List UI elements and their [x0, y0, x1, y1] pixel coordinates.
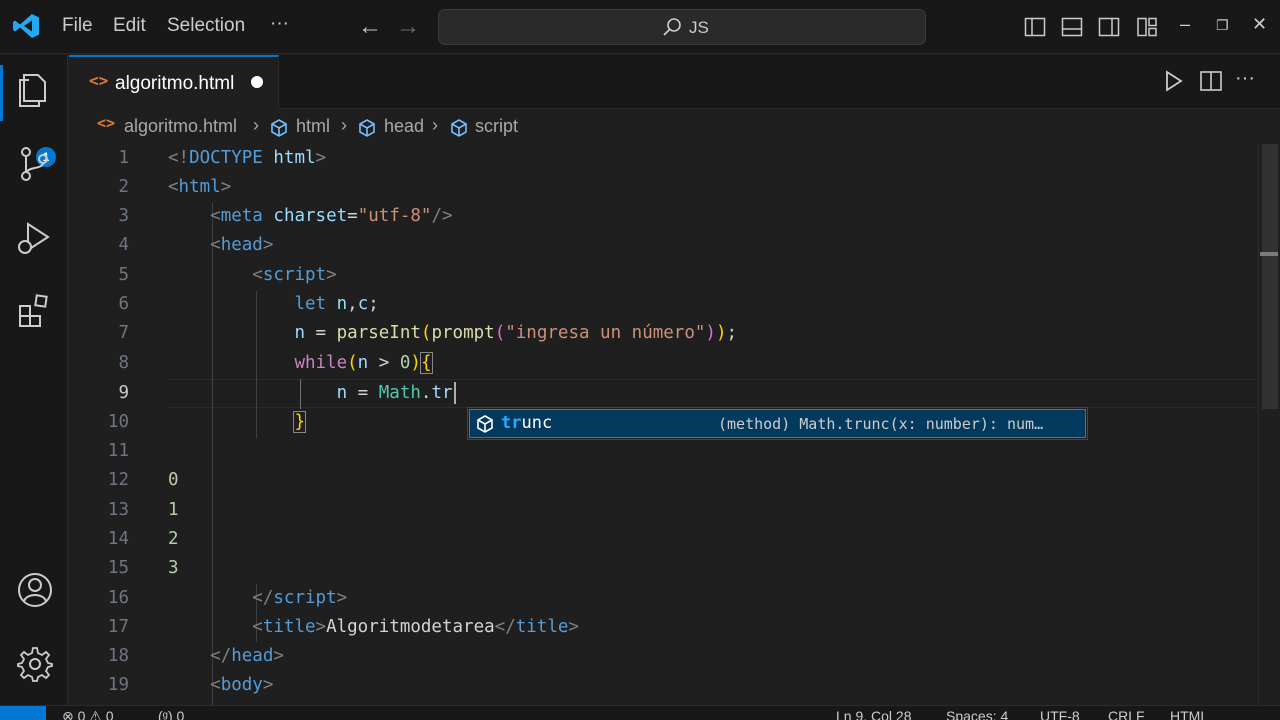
source-control-icon[interactable]	[16, 145, 54, 183]
vscode-logo-icon	[13, 14, 39, 38]
status-bar: ⊗ 0 ⚠ 0 (ᵍ) 0 Ln 9, Col 28 Spaces: 4 UTF…	[0, 705, 1280, 720]
symbol-element-icon	[451, 119, 467, 137]
code-line: 18 </head>	[107, 646, 284, 666]
run-debug-icon[interactable]	[16, 219, 54, 257]
cursor-position-status[interactable]: Ln 9, Col 28	[836, 708, 912, 720]
code-line: 3 <meta charset="utf-8"/>	[118, 206, 453, 226]
title-bar: File Edit Selection ··· ← → JS – ❐ ✕	[0, 0, 1280, 54]
html-file-icon: <>	[97, 114, 116, 132]
run-icon[interactable]	[1161, 69, 1185, 93]
code-line: 5 <script>	[118, 265, 337, 285]
text-cursor	[453, 382, 456, 404]
code-line: 7 n = parseInt(prompt("ingresa un número…	[118, 323, 738, 343]
code-line: 14 2	[107, 529, 179, 549]
code-line: 4 <head>	[118, 235, 274, 255]
customize-layout-icon[interactable]	[1136, 16, 1158, 38]
restore-icon[interactable]: ❐	[1216, 17, 1229, 34]
code-line: 19 <body>	[107, 675, 274, 695]
indentation-status[interactable]: Spaces: 4	[946, 708, 1008, 720]
breadcrumb-file[interactable]: algoritmo.html	[124, 116, 237, 137]
search-text: JS	[689, 18, 709, 37]
menu-file[interactable]: File	[62, 15, 93, 37]
minimize-icon[interactable]: –	[1180, 14, 1190, 35]
eol-status[interactable]: CRLF	[1108, 708, 1145, 720]
code-line-current: 9 n = Math.tr	[69, 379, 1259, 408]
tab-label: algoritmo.html	[115, 73, 235, 94]
encoding-status[interactable]: UTF-8	[1040, 708, 1080, 720]
code-line: 12 0	[107, 470, 179, 490]
code-line: 1 <!DOCTYPE html>	[118, 148, 327, 168]
settings-gear-icon[interactable]	[16, 645, 54, 683]
suggestion-detail: (method) Math.trunc(x: number): num…	[718, 415, 1044, 433]
scrollbar-cursor-marker	[1260, 252, 1278, 256]
chevron-right-icon: ›	[253, 115, 259, 135]
active-indicator	[0, 65, 3, 121]
breadcrumb-head[interactable]: head	[384, 116, 424, 137]
account-icon[interactable]	[16, 571, 54, 609]
code-line: 17 <title>Algoritmodetarea</title>	[107, 617, 579, 637]
suggestion-item-trunc[interactable]: trunc (method) Math.trunc(x: number): nu…	[469, 409, 1086, 438]
code-line: 2 <html>	[118, 177, 232, 197]
menu-more[interactable]: ···	[270, 13, 289, 35]
code-line: 15 3	[107, 558, 179, 578]
method-cube-icon	[477, 415, 493, 433]
language-mode-status[interactable]: HTML	[1170, 708, 1208, 720]
remote-indicator[interactable]	[0, 706, 46, 720]
extensions-icon[interactable]	[16, 293, 54, 331]
code-line: 16 </script>	[107, 588, 348, 608]
unsaved-dot-icon[interactable]	[251, 76, 263, 88]
menu-selection[interactable]: Selection	[167, 15, 245, 37]
split-editor-icon[interactable]	[1199, 69, 1223, 93]
editor-tab-strip: <> algoritmo.html ···	[69, 55, 1280, 109]
breadcrumb-script[interactable]: script	[475, 116, 518, 137]
breadcrumb-html[interactable]: html	[296, 116, 330, 137]
chevron-right-icon: ›	[432, 115, 438, 135]
activity-bar: 1	[0, 55, 68, 705]
code-line: 8 while(n > 0){	[118, 352, 433, 374]
toggle-secondary-sidebar-icon[interactable]	[1098, 16, 1120, 38]
toggle-primary-sidebar-icon[interactable]	[1024, 16, 1046, 38]
code-line: 6 let n,c;	[118, 294, 379, 314]
back-arrow-icon[interactable]: ←	[358, 13, 382, 41]
breadcrumb: <> algoritmo.html › html › head › script	[69, 110, 1280, 144]
menu-edit[interactable]: Edit	[113, 15, 146, 37]
code-line: 11	[107, 441, 129, 461]
ports-status[interactable]: (ᵍ) 0	[158, 708, 184, 720]
code-line: 13 1	[107, 500, 179, 520]
forward-arrow-icon[interactable]: →	[396, 13, 420, 41]
tab-algoritmo-html[interactable]: <> algoritmo.html	[69, 55, 279, 109]
search-icon	[663, 18, 681, 36]
problems-status[interactable]: ⊗ 0 ⚠ 0	[62, 708, 114, 720]
symbol-element-icon	[271, 119, 287, 137]
chevron-right-icon: ›	[341, 115, 347, 135]
html-file-icon: <>	[89, 71, 109, 90]
scrollbar-thumb[interactable]	[1262, 144, 1278, 409]
command-center-search[interactable]: JS	[438, 9, 926, 45]
more-actions-icon[interactable]: ···	[1235, 67, 1259, 91]
suggestion-widget: trunc (method) Math.trunc(x: number): nu…	[467, 407, 1088, 440]
close-window-icon[interactable]: ✕	[1252, 14, 1267, 35]
suggestion-label: trunc	[501, 413, 553, 433]
toggle-panel-icon[interactable]	[1061, 16, 1083, 38]
symbol-element-icon	[359, 119, 375, 137]
explorer-icon[interactable]	[16, 71, 54, 109]
